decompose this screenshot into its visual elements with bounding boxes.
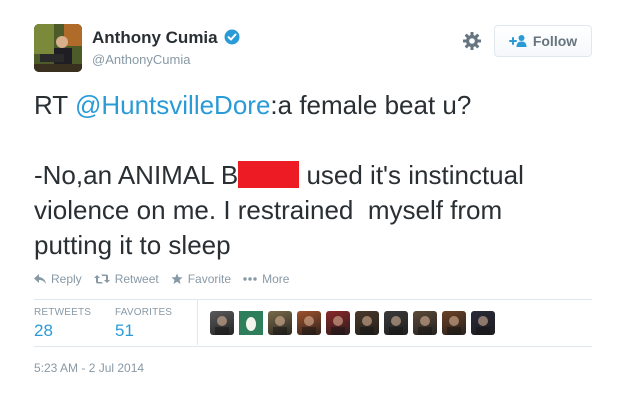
favorite-action[interactable]: Favorite — [171, 272, 231, 286]
favoriter-avatar[interactable] — [355, 311, 379, 335]
rt-prefix: RT — [34, 90, 75, 120]
tweet-line-1: RT @HuntsvilleDore:a female beat u? — [34, 88, 594, 123]
favoriter-avatar[interactable] — [471, 311, 495, 335]
favoriter-avatar[interactable] — [268, 311, 292, 335]
tweet-line-2-after: used it's instinctual — [299, 160, 524, 190]
star-icon — [171, 273, 183, 285]
tweet-line-2-before: -No,an ANIMAL B — [34, 160, 239, 190]
reply-action[interactable]: Reply — [34, 272, 82, 286]
divider-top — [34, 299, 592, 300]
retweets-stat[interactable]: RETWEETS 28 — [34, 307, 91, 341]
stats-divider — [197, 299, 198, 345]
favoriter-avatars — [210, 311, 500, 335]
favorites-count: 51 — [115, 321, 134, 340]
tweet-actions: Reply Retweet Favorite More — [34, 272, 301, 286]
favoriter-avatar[interactable] — [384, 311, 408, 335]
tweet-text: RT @HuntsvilleDore:a female beat u? -No,… — [34, 88, 594, 263]
more-action[interactable]: More — [243, 272, 289, 286]
tweet-timestamp[interactable]: 5:23 AM - 2 Jul 2014 — [34, 361, 144, 375]
mention-link[interactable]: @HuntsvilleDore — [75, 90, 270, 120]
favoriter-avatar[interactable] — [442, 311, 466, 335]
follow-button-label: Follow — [532, 33, 578, 49]
add-user-icon — [508, 34, 527, 48]
verified-badge-icon — [224, 29, 240, 50]
favoriter-avatar[interactable] — [297, 311, 321, 335]
tweet-line-2: -No,an ANIMAL B used it's instinctual — [34, 158, 594, 193]
reply-icon — [34, 274, 46, 284]
favorites-label: FAVORITES — [115, 307, 173, 318]
follow-button[interactable]: Follow — [494, 25, 592, 57]
favoriter-avatar[interactable] — [326, 311, 350, 335]
retweet-action[interactable]: Retweet — [93, 272, 159, 286]
gear-icon[interactable] — [462, 31, 482, 51]
redaction-box — [238, 161, 300, 188]
tweet-line-1-suffix: :a female beat u? — [270, 90, 472, 120]
retweet-label: Retweet — [114, 272, 159, 286]
author-avatar[interactable] — [34, 24, 82, 72]
author-name[interactable]: Anthony Cumia — [92, 28, 240, 50]
favoriter-avatar[interactable] — [413, 311, 437, 335]
retweet-icon — [93, 274, 110, 284]
tweet-line-3: violence on me. I restrained myself from — [34, 195, 503, 225]
tweet-line-4: putting it to sleep — [34, 230, 231, 260]
retweets-label: RETWEETS — [34, 307, 92, 318]
more-label: More — [262, 272, 290, 286]
favoriter-avatar[interactable] — [210, 311, 234, 335]
favoriter-avatar[interactable] — [239, 311, 263, 335]
retweets-count: 28 — [34, 321, 53, 340]
more-dots-icon — [243, 277, 257, 281]
favorites-stat[interactable]: FAVORITES 51 — [115, 307, 172, 341]
author-handle[interactable]: @AnthonyCumia — [92, 52, 190, 67]
favorite-label: Favorite — [187, 272, 232, 286]
author-name-text[interactable]: Anthony Cumia — [92, 28, 218, 47]
divider-bottom — [34, 346, 592, 347]
reply-label: Reply — [51, 272, 82, 286]
